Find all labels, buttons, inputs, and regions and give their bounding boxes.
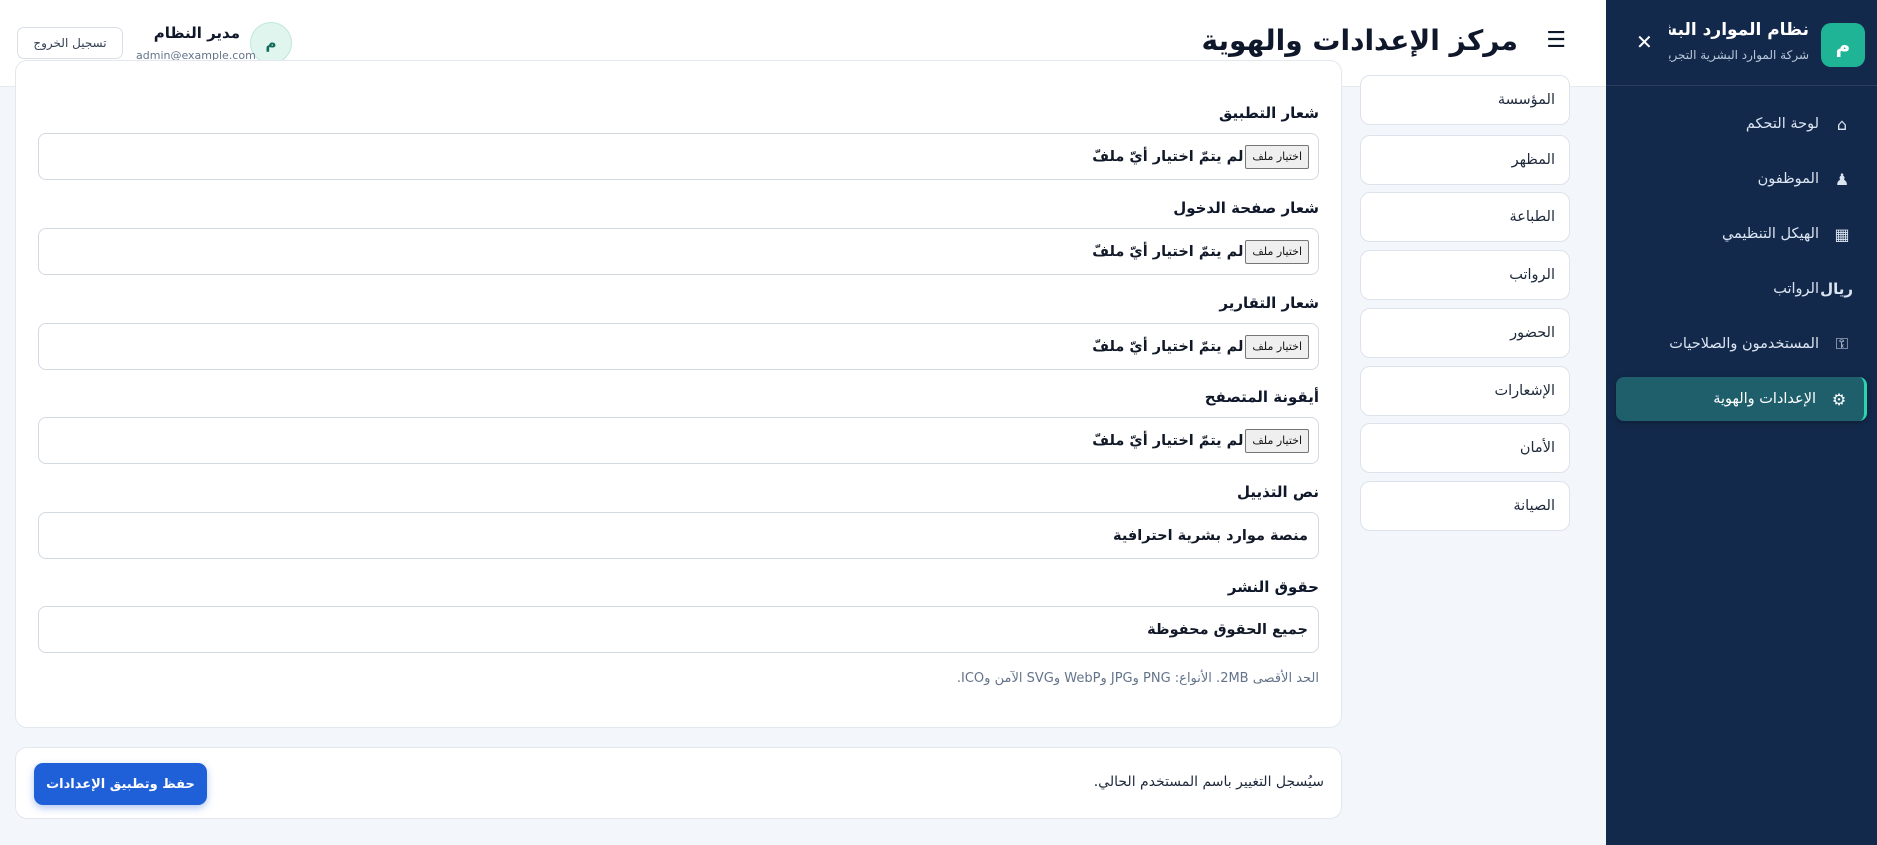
close-icon[interactable]: ✕ <box>1636 32 1653 52</box>
page-title: مركز الإعدادات والهوية <box>1201 24 1518 57</box>
avatar: م <box>250 22 292 64</box>
app-logo: م <box>1821 23 1865 67</box>
tab-label: المظهر <box>1511 152 1555 168</box>
tab-appearance[interactable]: المظهر <box>1360 135 1570 185</box>
footer-text-field-box <box>38 512 1319 559</box>
choose-file-button[interactable]: اختيار ملف <box>1245 334 1309 359</box>
app-logo-label: شعار التطبيق <box>1219 104 1319 122</box>
file-status: لم يتمّ اختيار أيّ ملفّ <box>1092 148 1244 165</box>
tab-organization[interactable]: المؤسسة <box>1360 75 1570 125</box>
tab-label: الرواتب <box>1509 267 1555 283</box>
login-logo-label: شعار صفحة الدخول <box>1173 199 1319 217</box>
copyright-input[interactable] <box>39 607 1308 652</box>
sidebar-item-label: الإعدادات والهوية <box>1713 391 1816 407</box>
sidebar-item-label: المستخدمون والصلاحيات <box>1669 336 1819 352</box>
tab-label: الأمان <box>1519 440 1555 456</box>
company-name: شركة الموارد البشرية التجريبية <box>1669 48 1809 62</box>
tab-label: الصيانة <box>1513 498 1555 514</box>
sidebar-item-org-structure[interactable]: ▦ الهيكل التنظيمي <box>1616 212 1867 256</box>
tab-label: الإشعارات <box>1494 383 1555 399</box>
save-bar: سيُسجل التغيير باسم المستخدم الحالي. حفظ… <box>15 747 1342 819</box>
upload-hint: الحد الأقصى 2MB. الأنواع: PNG وJPG وWebP… <box>956 671 1319 686</box>
sidebar-item-label: الهيكل التنظيمي <box>1721 226 1819 242</box>
choose-file-button[interactable]: اختيار ملف <box>1245 428 1309 453</box>
sidebar-nav: ⌂ لوحة التحكم ♟ الموظفون ▦ الهيكل التنظي… <box>1606 102 1877 432</box>
tab-label: الطباعة <box>1509 209 1555 225</box>
sidebar-item-payroll[interactable]: ريال الرواتب <box>1616 267 1867 311</box>
reports-logo-file-input[interactable]: اختيار ملف لم يتمّ اختيار أيّ ملفّ <box>38 323 1319 370</box>
tab-printing[interactable]: الطباعة <box>1360 192 1570 242</box>
footer-text-label: نص التذييل <box>1236 483 1319 501</box>
tab-label: المؤسسة <box>1497 92 1555 108</box>
sidebar-item-dashboard[interactable]: ⌂ لوحة التحكم <box>1616 102 1867 146</box>
logout-button[interactable]: تسجيل الخروج <box>17 27 123 59</box>
app-logo-file-input[interactable]: اختيار ملف لم يتمّ اختيار أيّ ملفّ <box>38 133 1319 180</box>
person-icon: ♟ <box>1834 169 1850 189</box>
sidebar-item-settings[interactable]: ⚙ الإعدادات والهوية <box>1616 377 1867 421</box>
file-status: لم يتمّ اختيار أيّ ملفّ <box>1092 338 1244 355</box>
login-logo-file-input[interactable]: اختيار ملف لم يتمّ اختيار أيّ ملفّ <box>38 228 1319 275</box>
home-icon: ⌂ <box>1836 114 1848 134</box>
tab-security[interactable]: الأمان <box>1360 423 1570 473</box>
sidebar-item-users-permissions[interactable]: ⚿ المستخدمون والصلاحيات <box>1616 322 1867 366</box>
key-icon: ⚿ <box>1835 334 1849 353</box>
save-apply-button[interactable]: حفظ وتطبيق الإعدادات <box>34 763 207 805</box>
menu-icon[interactable]: ☰ <box>1546 30 1566 52</box>
audit-note: سيُسجل التغيير باسم المستخدم الحالي. <box>1093 774 1324 790</box>
branding-form-card: شعار التطبيق اختيار ملف لم يتمّ اختيار أ… <box>15 60 1342 728</box>
sidebar-item-label: الرواتب <box>1773 281 1819 297</box>
sidebar-item-employees[interactable]: ♟ الموظفون <box>1616 157 1867 201</box>
app-title: نظام الموارد البشرية <box>1669 20 1809 40</box>
tab-label: الحضور <box>1510 325 1555 341</box>
tab-payroll[interactable]: الرواتب <box>1360 250 1570 300</box>
sidebar-item-label: لوحة التحكم <box>1745 116 1819 132</box>
footer-text-input[interactable] <box>39 513 1308 558</box>
file-status: لم يتمّ اختيار أيّ ملفّ <box>1092 432 1244 449</box>
user-name: مدير النظام <box>153 24 240 42</box>
sidebar-item-label: الموظفون <box>1757 171 1819 187</box>
sidebar-header: م نظام الموارد البشرية شركة الموارد البش… <box>1606 0 1877 86</box>
riyal-icon: ريال <box>1820 280 1853 298</box>
favicon-file-input[interactable]: اختيار ملف لم يتمّ اختيار أيّ ملفّ <box>38 417 1319 464</box>
copyright-label: حقوق النشر <box>1227 578 1319 596</box>
tab-notifications[interactable]: الإشعارات <box>1360 366 1570 416</box>
choose-file-button[interactable]: اختيار ملف <box>1245 144 1309 169</box>
tab-attendance[interactable]: الحضور <box>1360 308 1570 358</box>
file-status: لم يتمّ اختيار أيّ ملفّ <box>1092 243 1244 260</box>
gear-icon: ⚙ <box>1831 389 1847 409</box>
copyright-field-box <box>38 606 1319 653</box>
building-icon: ▦ <box>1834 224 1850 244</box>
reports-logo-label: شعار التقارير <box>1219 294 1319 312</box>
sidebar: م نظام الموارد البشرية شركة الموارد البش… <box>1606 0 1877 845</box>
choose-file-button[interactable]: اختيار ملف <box>1245 239 1309 264</box>
favicon-label: أيقونة المتصفح <box>1204 388 1319 406</box>
tab-maintenance[interactable]: الصيانة <box>1360 481 1570 531</box>
